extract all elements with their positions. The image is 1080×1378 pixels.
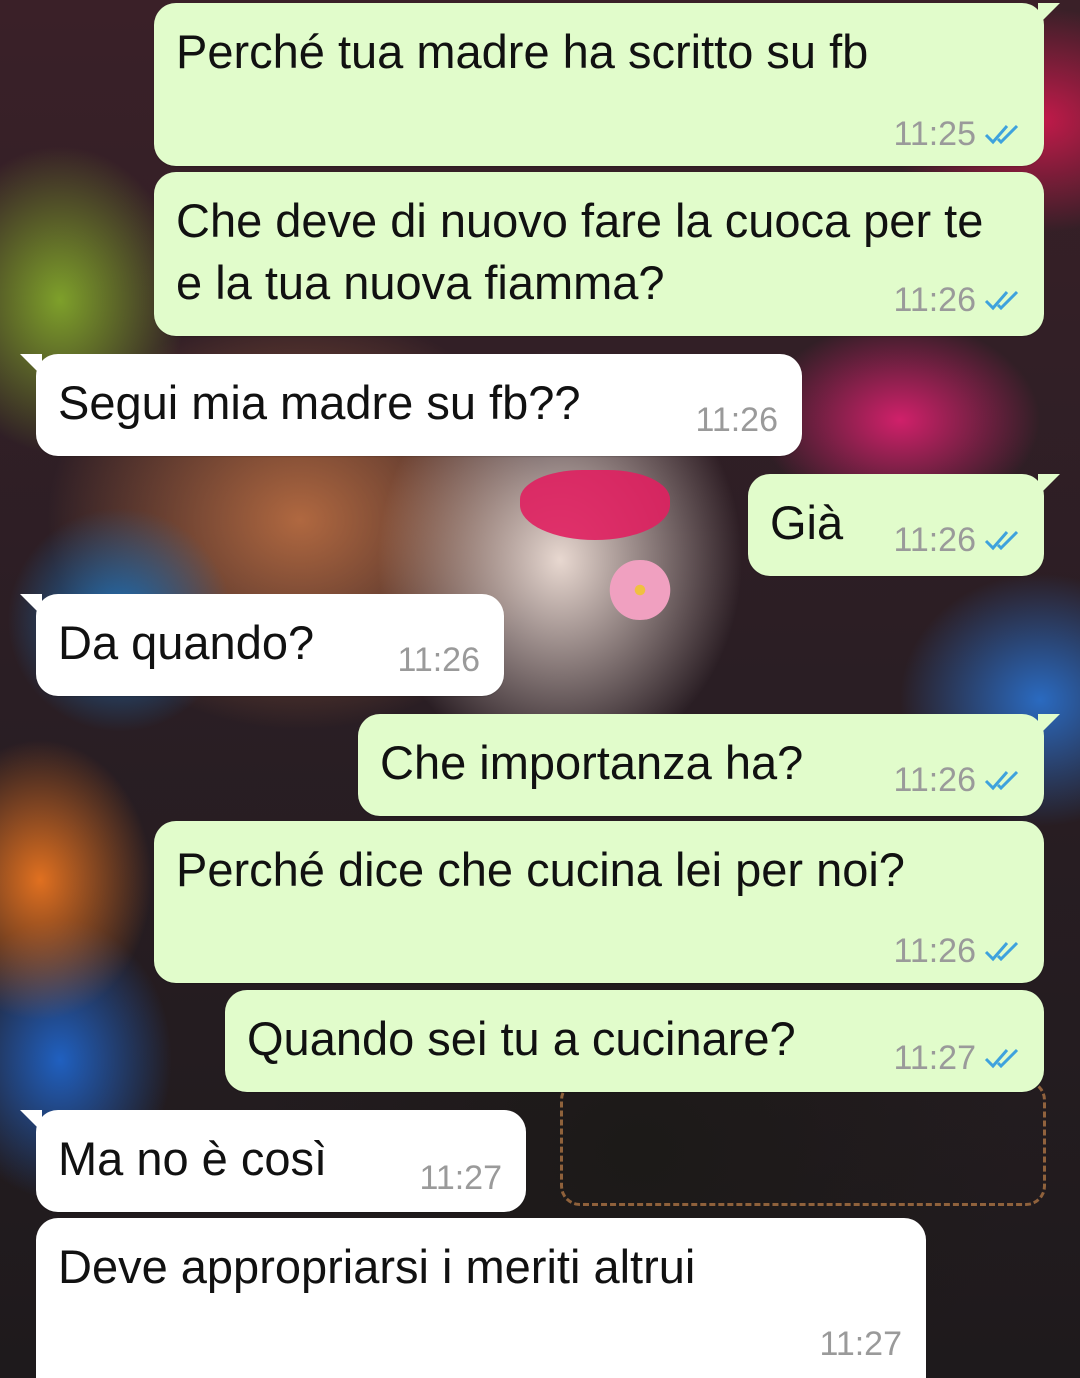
read-double-check-icon [984, 124, 1019, 145]
message-meta: 11:25 [893, 114, 1022, 154]
message-time: 11:27 [819, 1325, 902, 1363]
message-text: Che deve di nuovo fare la cuoca per te e… [176, 194, 997, 309]
read-double-check-icon [984, 770, 1019, 791]
message-meta: 11:27 [893, 1038, 1022, 1078]
incoming-message[interactable]: Da quando? 11:26 [20, 594, 504, 696]
message-time: 11:27 [419, 1159, 502, 1197]
read-double-check-icon [984, 1048, 1019, 1069]
outgoing-message[interactable]: Perché dice che cucina lei per noi? 11:2… [154, 821, 1044, 983]
message-time: 11:26 [893, 521, 976, 559]
message-time: 11:26 [893, 932, 976, 970]
message-time: 11:26 [397, 641, 480, 679]
incoming-message[interactable]: Segui mia madre su fb?? 11:26 [20, 354, 802, 456]
message-time: 11:26 [695, 401, 778, 439]
read-double-check-icon [984, 290, 1019, 311]
read-double-check-icon [984, 941, 1019, 962]
message-meta: 11:26 [893, 760, 1022, 800]
read-double-check-icon [984, 530, 1019, 551]
incoming-message[interactable]: Ma no è così 11:27 [20, 1110, 526, 1212]
message-list[interactable]: Perché tua madre ha scritto su fb 11:25 … [0, 0, 1080, 1378]
incoming-message[interactable]: Deve appropriarsi i meriti altrui 11:27 [36, 1218, 926, 1378]
message-time: 11:26 [893, 281, 976, 319]
message-time: 11:26 [893, 761, 976, 799]
message-time: 11:27 [893, 1039, 976, 1077]
outgoing-message[interactable]: Che importanza ha? 11:26 [358, 714, 1060, 816]
message-meta: 11:26 [893, 931, 1022, 971]
message-text: Perché tua madre ha scritto su fb [176, 25, 869, 78]
message-text: Perché dice che cucina lei per noi? [176, 843, 905, 896]
message-text: Deve appropriarsi i meriti altrui [58, 1240, 696, 1293]
message-meta: 11:27 [819, 1324, 902, 1364]
message-text: Segui mia madre su fb?? [58, 376, 581, 429]
outgoing-message[interactable]: Perché tua madre ha scritto su fb 11:25 [154, 3, 1060, 166]
message-meta: 11:26 [893, 280, 1022, 320]
message-meta: 11:26 [397, 640, 480, 680]
message-meta: 11:27 [419, 1158, 502, 1198]
outgoing-message[interactable]: Già 11:26 [748, 474, 1060, 576]
message-meta: 11:26 [695, 400, 778, 440]
outgoing-message[interactable]: Che deve di nuovo fare la cuoca per te e… [154, 172, 1044, 336]
message-meta: 11:26 [893, 520, 1022, 560]
outgoing-message[interactable]: Quando sei tu a cucinare? 11:27 [225, 990, 1044, 1092]
message-time: 11:25 [893, 115, 976, 153]
